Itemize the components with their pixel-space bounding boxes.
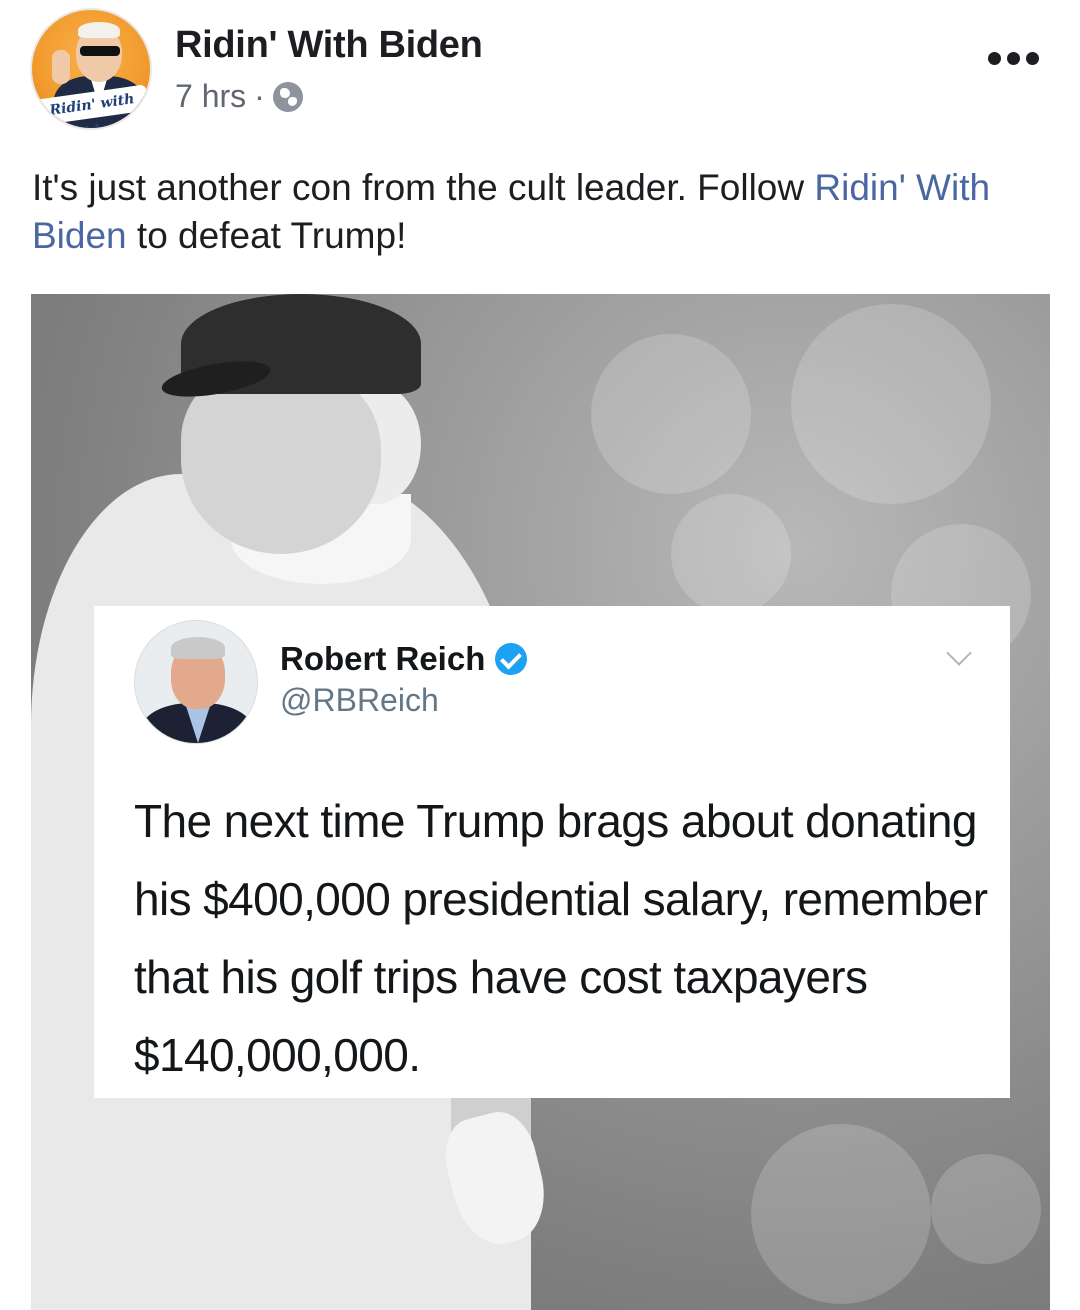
post-image[interactable]: Robert Reich @RBReich The next time Trum… (31, 294, 1050, 1310)
globe-icon[interactable] (272, 81, 303, 112)
post-text-end: to defeat Trump! (126, 215, 407, 256)
avatar-glasses (80, 46, 120, 56)
meta-separator: · (254, 78, 265, 114)
chevron-down-icon (946, 640, 972, 666)
bokeh-light (751, 1124, 931, 1304)
avatar-thumb (52, 50, 70, 84)
post-text: It's just another con from the cult lead… (32, 164, 1042, 260)
tweet-body: The next time Trump brags about donating… (134, 795, 988, 1081)
bokeh-light (931, 1154, 1041, 1264)
verified-icon (495, 643, 528, 675)
tweet-avatar (134, 620, 258, 744)
tweet-author-name-text: Robert Reich (280, 640, 486, 677)
tweet-card: Robert Reich @RBReich The next time Trum… (94, 606, 1010, 1098)
post-timestamp[interactable]: 7 hrs (175, 78, 246, 115)
more-options-icon (988, 51, 1001, 65)
bokeh-light (791, 304, 991, 504)
post-header: Ridin' with Biden Ridin' With Biden 7 hr… (0, 0, 1080, 140)
post-text-start: It's just another con from the cult lead… (32, 167, 815, 208)
bokeh-light (671, 494, 791, 614)
more-options-icon-dot (1007, 51, 1020, 65)
more-options-button[interactable] (988, 44, 1044, 72)
more-options-icon-dot (1026, 51, 1039, 65)
page-name[interactable]: Ridin' With Biden (175, 24, 483, 67)
page-avatar[interactable]: Ridin' with Biden (30, 8, 152, 130)
tweet-handle: @RBReich (280, 682, 439, 718)
tweet-avatar-hair (171, 637, 225, 659)
avatar-hair (78, 22, 120, 38)
bokeh-light (591, 334, 751, 494)
post-meta: 7 hrs · (175, 78, 303, 115)
tweet-author-name: Robert Reich (280, 640, 528, 678)
